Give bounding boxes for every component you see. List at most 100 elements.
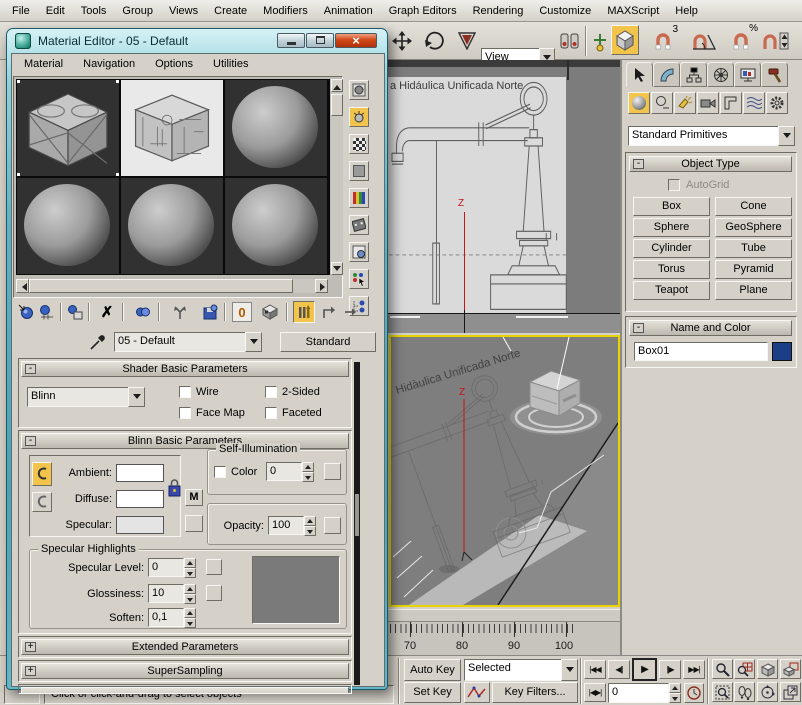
scroll-down-button[interactable]: [331, 262, 343, 275]
select-and-manipulate-icon[interactable]: [589, 29, 611, 55]
sample-uv-tiling-button[interactable]: [349, 161, 369, 181]
reset-map-icon[interactable]: ✗: [97, 302, 117, 322]
zoom-extents-button[interactable]: [757, 659, 778, 679]
horizontal-scrollbar-track[interactable]: [29, 279, 315, 293]
pick-material-eyedropper-icon[interactable]: [88, 332, 108, 352]
key-mode-toggle[interactable]: |◀▶|: [584, 683, 606, 702]
angle-snap-icon[interactable]: [688, 27, 720, 55]
self-illum-value-field[interactable]: 0: [266, 462, 302, 481]
opacity-value-field[interactable]: 100: [268, 516, 304, 535]
background-button[interactable]: [349, 134, 369, 154]
snaps-toggle-icon[interactable]: [611, 25, 639, 55]
diffuse-map-button[interactable]: M: [185, 489, 203, 506]
opacity-spinner[interactable]: [304, 516, 316, 536]
backlight-button[interactable]: [349, 107, 369, 127]
menu-group[interactable]: Group: [114, 2, 161, 20]
sample-slot-2[interactable]: [121, 80, 223, 176]
button-teapot[interactable]: Teapot: [633, 281, 710, 300]
options-button[interactable]: [349, 242, 369, 262]
object-name-field[interactable]: Box01: [634, 342, 768, 361]
material-name-dropdown[interactable]: 05 - Default: [114, 332, 246, 352]
two-sided-checkbox[interactable]: [265, 386, 277, 398]
menu-navigation[interactable]: Navigation: [73, 55, 145, 73]
object-color-swatch[interactable]: [772, 342, 792, 361]
make-material-copy-icon[interactable]: [133, 302, 153, 322]
autogrid-checkbox[interactable]: [668, 179, 680, 191]
button-sphere[interactable]: Sphere: [633, 218, 710, 237]
selection-set-arrow[interactable]: [561, 659, 578, 681]
go-to-start-button[interactable]: |◀◀: [584, 660, 606, 679]
scroll-left-button[interactable]: [16, 279, 29, 293]
button-pyramid[interactable]: Pyramid: [715, 260, 792, 279]
menu-tools[interactable]: Tools: [73, 2, 115, 20]
soften-spinner[interactable]: [184, 608, 196, 628]
sample-slot-1[interactable]: [17, 80, 119, 176]
frame-spinner[interactable]: [669, 683, 681, 703]
show-end-result-icon[interactable]: [293, 301, 315, 323]
maximize-button[interactable]: [306, 33, 334, 48]
current-frame-field[interactable]: 0: [608, 683, 669, 703]
self-illum-map-button[interactable]: [324, 463, 341, 480]
tab-create[interactable]: [626, 62, 653, 87]
menu-create[interactable]: Create: [206, 2, 255, 20]
glossiness-map-button[interactable]: [206, 585, 222, 601]
specular-level-map-button[interactable]: [206, 559, 222, 575]
scroll-up-button[interactable]: [331, 79, 343, 92]
ambient-color-swatch[interactable]: [116, 464, 164, 482]
vertical-scrollbar-thumb[interactable]: [331, 94, 343, 116]
select-and-scale-icon[interactable]: [455, 29, 479, 53]
horizontal-scrollbar-thumb[interactable]: [29, 279, 293, 293]
menu-views[interactable]: Views: [161, 2, 206, 20]
object-category-arrow[interactable]: [778, 126, 795, 146]
button-torus[interactable]: Torus: [633, 260, 710, 279]
material-id-channel-icon[interactable]: 0: [232, 302, 252, 322]
self-illum-spinner[interactable]: [302, 462, 314, 482]
collapse-icon[interactable]: -: [25, 436, 36, 446]
specular-level-spinner[interactable]: [184, 558, 196, 578]
shader-basic-header[interactable]: - Shader Basic Parameters: [21, 361, 349, 377]
sample-slot-4[interactable]: [17, 178, 119, 274]
specular-level-field[interactable]: 0: [148, 558, 184, 577]
menu-help[interactable]: Help: [667, 2, 706, 20]
menu-file[interactable]: File: [4, 2, 38, 20]
button-tube[interactable]: Tube: [715, 239, 792, 258]
zoom-extents-all-button[interactable]: [780, 659, 801, 679]
sample-slot-3[interactable]: [225, 80, 327, 176]
specular-map-button[interactable]: [185, 515, 203, 532]
zoom-all-button[interactable]: [734, 659, 755, 679]
get-material-icon[interactable]: [16, 302, 36, 322]
glossiness-field[interactable]: 10: [148, 584, 184, 603]
category-cameras[interactable]: [697, 92, 719, 114]
tab-motion[interactable]: [707, 62, 734, 87]
supersampling-header[interactable]: + SuperSampling: [21, 663, 349, 679]
shader-type-arrow[interactable]: [128, 387, 145, 407]
opacity-map-button[interactable]: [324, 517, 341, 534]
object-type-header[interactable]: - Object Type: [629, 156, 792, 172]
expand-icon[interactable]: +: [25, 642, 36, 652]
put-material-to-scene-icon[interactable]: [37, 302, 57, 322]
category-geometry[interactable]: [628, 92, 650, 114]
material-type-button[interactable]: Standard: [280, 332, 376, 352]
specular-color-swatch[interactable]: [116, 516, 164, 534]
expand-icon[interactable]: +: [25, 666, 36, 676]
video-color-check-button[interactable]: [349, 188, 369, 208]
diffuse-color-swatch[interactable]: [116, 490, 164, 508]
menu-rendering[interactable]: Rendering: [465, 2, 532, 20]
material-name-arrow[interactable]: [245, 332, 262, 352]
tab-utilities[interactable]: [761, 62, 788, 87]
sample-slot-5[interactable]: [121, 178, 223, 274]
snap-3d-icon[interactable]: 3: [648, 27, 678, 55]
menu-material[interactable]: Material: [14, 55, 73, 73]
sample-type-button[interactable]: [349, 80, 369, 100]
tab-hierarchy[interactable]: [680, 62, 707, 87]
maximize-viewport-toggle[interactable]: [780, 682, 801, 702]
go-to-end-button[interactable]: ▶▶|: [683, 660, 705, 679]
select-by-material-button[interactable]: [349, 269, 369, 289]
menu-modifiers[interactable]: Modifiers: [255, 2, 316, 20]
button-plane[interactable]: Plane: [715, 281, 792, 300]
tab-modify[interactable]: [653, 62, 680, 87]
go-forward-to-sibling-icon[interactable]: [340, 302, 360, 322]
key-filters-button[interactable]: Key Filters...: [492, 682, 578, 703]
name-color-header[interactable]: - Name and Color: [629, 320, 792, 336]
glossiness-spinner[interactable]: [184, 584, 196, 604]
